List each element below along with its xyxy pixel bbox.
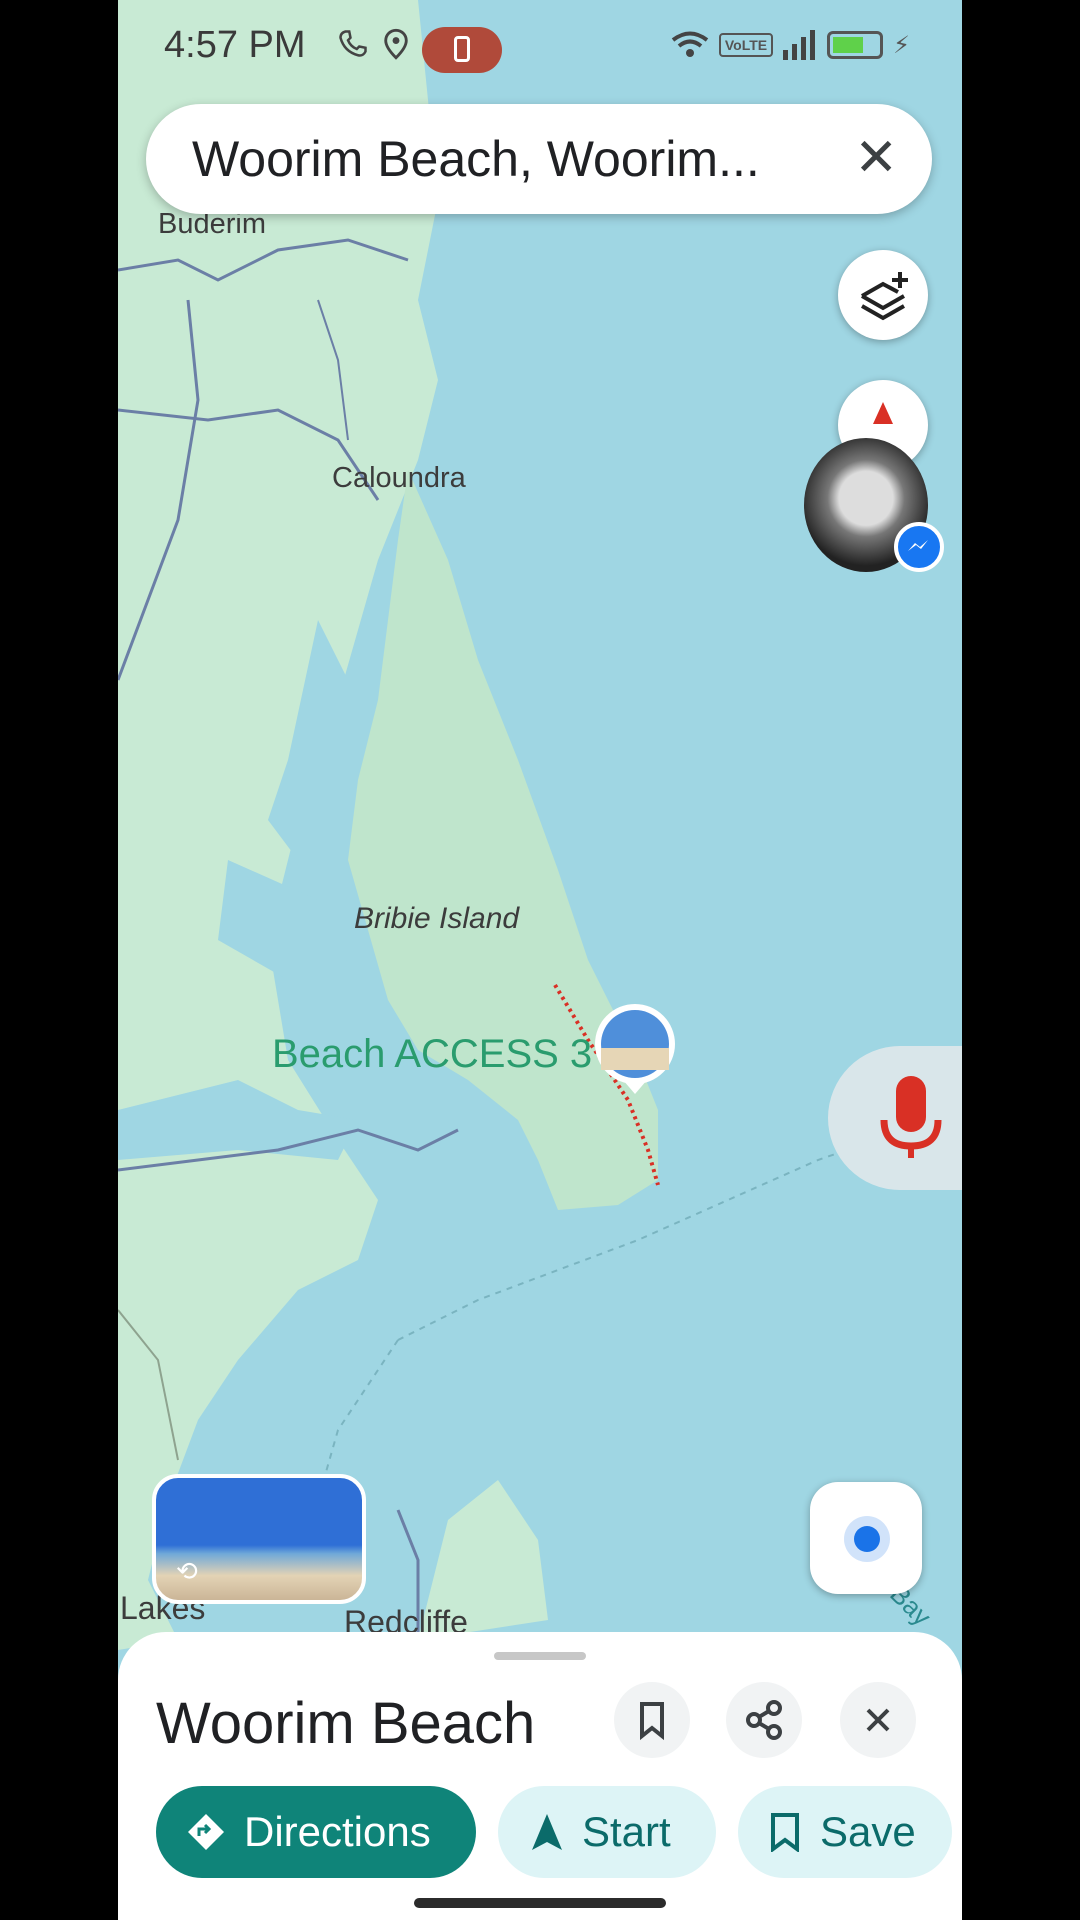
close-icon — [866, 1708, 890, 1732]
search-query[interactable]: Woorim Beach, Woorim... — [192, 130, 760, 188]
status-bar: 4:57 PM VoLTE ⚡ — [118, 0, 962, 100]
place-title: Woorim Beach — [156, 1691, 536, 1756]
directions-icon — [188, 1814, 224, 1850]
street-view-thumbnail[interactable]: ⟲ — [152, 1474, 366, 1604]
gesture-nav-bar[interactable] — [414, 1898, 666, 1908]
save-label: Save — [820, 1808, 916, 1855]
directions-button[interactable]: Directions — [156, 1786, 476, 1878]
search-bar[interactable]: Woorim Beach, Woorim... ✕ — [146, 104, 932, 214]
close-sheet-button[interactable] — [840, 1682, 916, 1758]
bookmark-icon — [640, 1702, 664, 1741]
mic-icon — [880, 1076, 942, 1158]
start-button[interactable]: Start — [498, 1786, 716, 1878]
share-button[interactable] — [726, 1682, 802, 1758]
my-location-button[interactable] — [810, 1482, 922, 1594]
volte-badge: VoLTE — [718, 33, 774, 57]
map-label-bribie-island: Bribie Island — [354, 902, 520, 935]
battery-icon — [827, 31, 884, 59]
bookmark-button[interactable] — [614, 1682, 690, 1758]
wifi-icon — [671, 31, 709, 57]
signal-icon — [783, 30, 816, 60]
navigation-icon — [532, 1814, 562, 1850]
start-label: Start — [582, 1808, 671, 1855]
directions-label: Directions — [244, 1808, 431, 1855]
save-button[interactable]: Save — [738, 1786, 952, 1878]
map-label-caloundra: Caloundra — [332, 462, 466, 494]
bookmark-icon — [771, 1813, 799, 1852]
sheet-drag-handle[interactable] — [494, 1652, 586, 1660]
phone-icon — [339, 30, 367, 57]
messenger-icon — [894, 522, 944, 572]
rotate-360-icon: ⟲ — [176, 1556, 198, 1586]
place-bottom-sheet[interactable]: Woorim Beach Directions Start Save — [118, 1632, 962, 1920]
my-location-icon — [854, 1526, 880, 1552]
location-icon — [384, 28, 408, 60]
layers-icon — [861, 272, 908, 321]
charging-icon: ⚡ — [893, 31, 910, 59]
screen-record-indicator[interactable] — [422, 27, 502, 73]
voice-search-button[interactable] — [828, 1046, 962, 1190]
clear-search-icon[interactable]: ✕ — [854, 132, 898, 184]
status-time: 4:57 PM — [164, 24, 306, 66]
share-icon — [746, 1700, 782, 1740]
layers-button[interactable] — [838, 250, 928, 340]
map-label-beach-access[interactable]: Beach ACCESS 3 — [272, 1032, 592, 1077]
maps-screen: Buderim Caloundra Bribie Island Beach AC… — [118, 0, 962, 1920]
